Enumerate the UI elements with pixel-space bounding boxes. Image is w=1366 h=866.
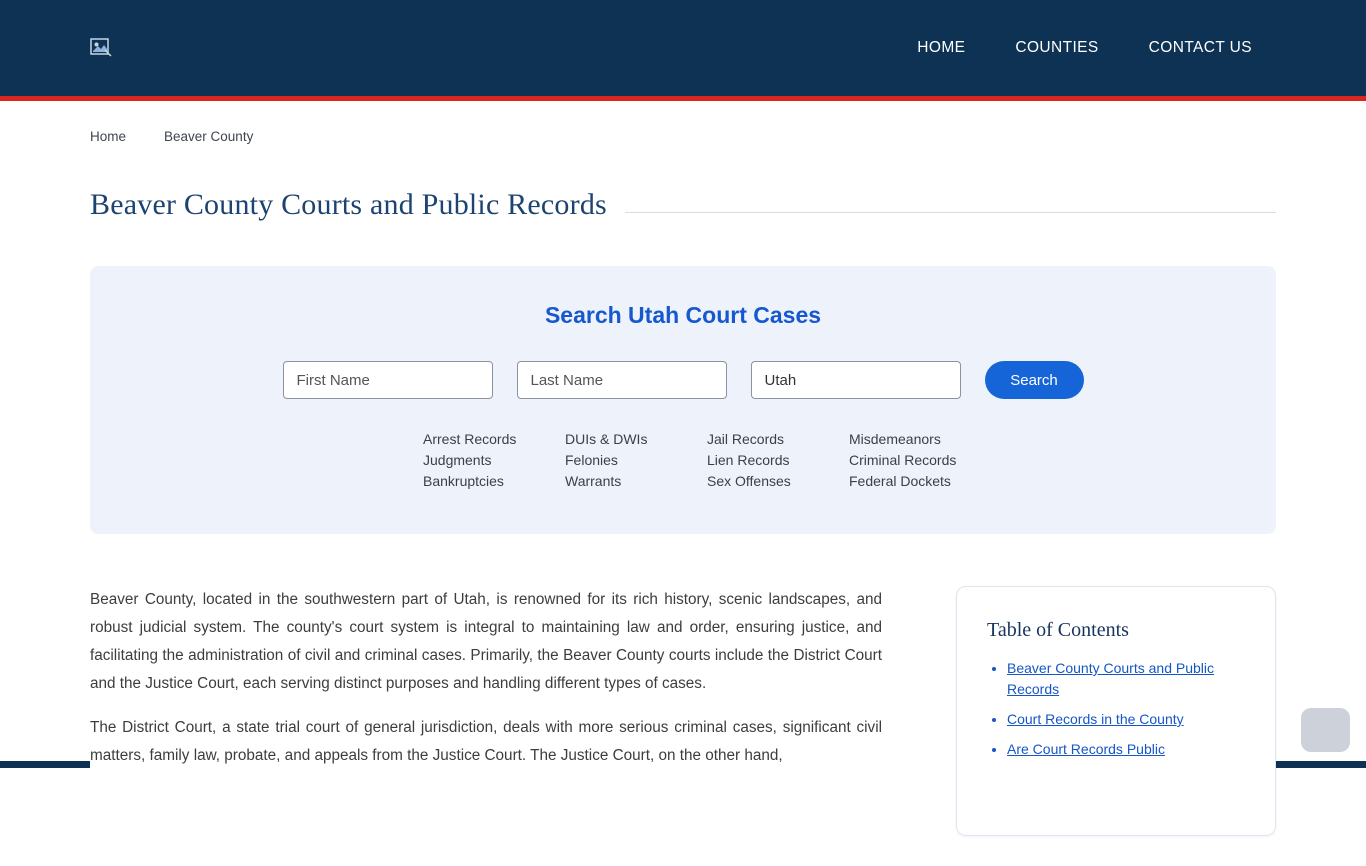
search-form: Search <box>90 361 1276 399</box>
record-column-1: Arrest Records Judgments Bankruptcies <box>423 429 565 492</box>
article-body: Beaver County, located in the southweste… <box>90 586 882 786</box>
record-types-grid: Arrest Records Judgments Bankruptcies DU… <box>90 429 1276 492</box>
breadcrumb-beaver-county[interactable]: Beaver County <box>164 129 253 144</box>
title-row: Beaver County Courts and Public Records <box>90 188 1276 222</box>
site-header: HOME COUNTIES CONTACT US <box>0 0 1366 101</box>
record-column-4: Misdemeanors Criminal Records Federal Do… <box>849 429 991 492</box>
nav-home[interactable]: HOME <box>917 39 965 57</box>
toc-link-are-court-records-public[interactable]: Are Court Records Public <box>1007 741 1165 757</box>
record-column-3: Jail Records Lien Records Sex Offenses <box>707 429 849 492</box>
record-type: Felonies <box>565 450 707 471</box>
record-type: Arrest Records <box>423 429 565 450</box>
toc-title: Table of Contents <box>987 619 1245 642</box>
first-name-input[interactable] <box>283 361 493 399</box>
paragraph-2: The District Court, a state trial court … <box>90 714 882 770</box>
record-type: Bankruptcies <box>423 471 565 492</box>
toc-item: Are Court Records Public <box>1007 739 1245 760</box>
record-type: Criminal Records <box>849 450 991 471</box>
toc-list: Beaver County Courts and Public Records … <box>987 658 1245 760</box>
state-input[interactable] <box>751 361 961 399</box>
record-type: Federal Dockets <box>849 471 991 492</box>
main-content: Home Beaver County Beaver County Courts … <box>90 101 1276 866</box>
breadcrumb: Home Beaver County <box>90 101 1276 144</box>
record-type: Warrants <box>565 471 707 492</box>
search-panel-title: Search Utah Court Cases <box>90 302 1276 329</box>
main-nav: HOME COUNTIES CONTACT US <box>917 39 1366 57</box>
last-name-input[interactable] <box>517 361 727 399</box>
record-type: Misdemeanors <box>849 429 991 450</box>
nav-contact-us[interactable]: CONTACT US <box>1149 39 1252 57</box>
content-row: Beaver County, located in the southweste… <box>90 586 1276 836</box>
breadcrumb-home[interactable]: Home <box>90 129 126 144</box>
record-type: Judgments <box>423 450 565 471</box>
table-of-contents-card: Table of Contents Beaver County Courts a… <box>956 586 1276 836</box>
back-to-top-button[interactable] <box>1301 708 1350 752</box>
record-column-2: DUIs & DWIs Felonies Warrants <box>565 429 707 492</box>
toc-link-court-records-in-county[interactable]: Court Records in the County <box>1007 711 1184 727</box>
search-panel: Search Utah Court Cases Search Arrest Re… <box>90 266 1276 534</box>
broken-image-logo-icon[interactable] <box>90 37 112 59</box>
toc-item: Court Records in the County <box>1007 709 1245 730</box>
paragraph-1: Beaver County, located in the southweste… <box>90 586 882 698</box>
record-type: Sex Offenses <box>707 471 849 492</box>
nav-counties[interactable]: COUNTIES <box>1015 39 1098 57</box>
toc-link-courts-and-public-records[interactable]: Beaver County Courts and Public Records <box>1007 660 1214 697</box>
search-button[interactable]: Search <box>985 361 1084 399</box>
title-divider <box>625 212 1276 213</box>
record-type: Jail Records <box>707 429 849 450</box>
record-type: Lien Records <box>707 450 849 471</box>
record-type: DUIs & DWIs <box>565 429 707 450</box>
page-title: Beaver County Courts and Public Records <box>90 188 607 222</box>
toc-item: Beaver County Courts and Public Records <box>1007 658 1245 700</box>
